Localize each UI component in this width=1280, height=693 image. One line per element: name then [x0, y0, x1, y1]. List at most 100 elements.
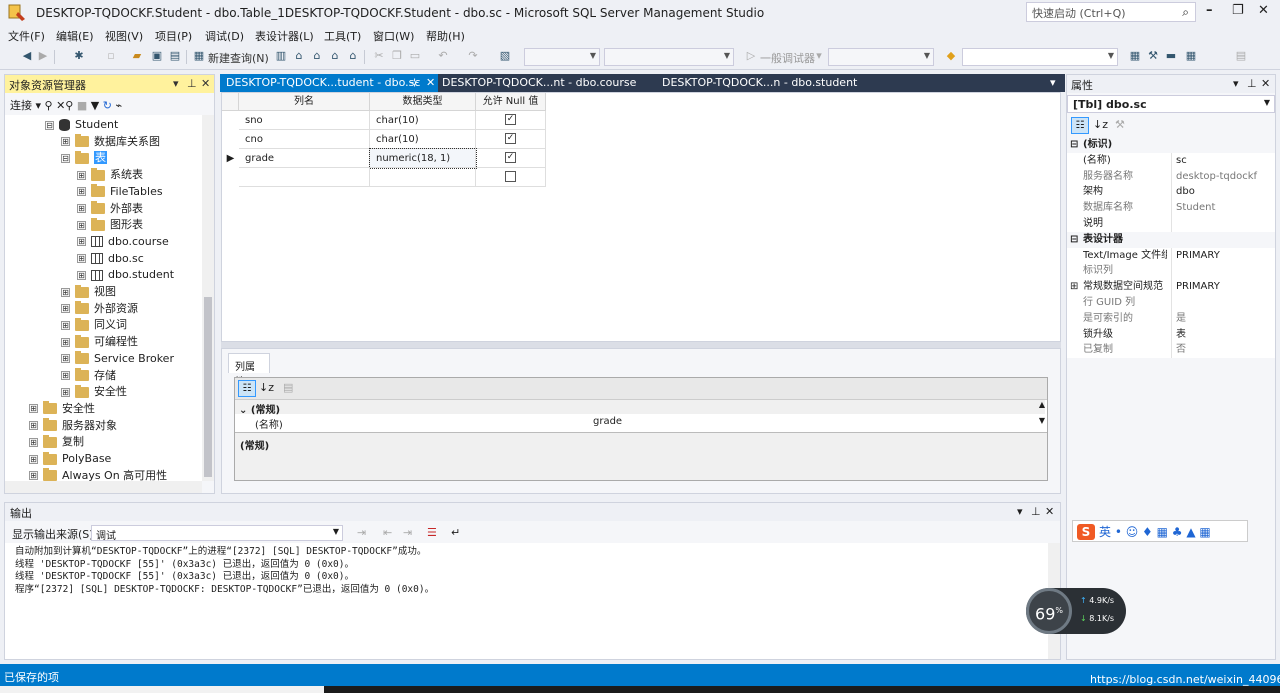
next-message-icon[interactable]: ⇥: [403, 526, 412, 539]
properties-object-select[interactable]: [Tbl] dbo.sc ▼: [1067, 95, 1275, 113]
expand-icon[interactable]: ⊞: [77, 187, 86, 197]
column-name-cell[interactable]: sno: [239, 111, 370, 130]
data-type-cell[interactable]: char(10): [370, 130, 476, 149]
expand-icon[interactable]: ⊞: [77, 220, 86, 230]
expand-icon[interactable]: ⊞: [77, 170, 86, 180]
tree-node[interactable]: ⊞ 安全性: [29, 401, 95, 417]
chevron-down-icon[interactable]: ▾: [812, 49, 826, 63]
menu-file[interactable]: 文件(F): [8, 28, 45, 44]
filter-icon[interactable]: ▼: [91, 99, 103, 112]
output-source-select[interactable]: 调试 ▼: [91, 525, 343, 542]
tree-node[interactable]: ⊞ 视图: [61, 284, 116, 300]
property-row[interactable]: 架构 dbo: [1067, 184, 1275, 201]
tab-overflow-icon[interactable]: ▾: [1046, 74, 1064, 92]
expand-icon[interactable]: ⊞: [77, 204, 86, 213]
tree-node[interactable]: ⊞ Service Broker: [61, 351, 174, 367]
tree-node[interactable]: ⊞ 系统表: [77, 167, 143, 183]
property-category[interactable]: ⊟ (标识): [1067, 137, 1275, 153]
expand-icon[interactable]: ⊞: [61, 320, 70, 330]
expand-icon[interactable]: ⊞: [61, 137, 70, 147]
tree-node[interactable]: ⊞ PolyBase: [29, 451, 111, 467]
unchecked-checkbox[interactable]: [505, 171, 516, 182]
forward-icon[interactable]: ▶: [36, 49, 50, 63]
maximize-button[interactable]: ❐: [1232, 3, 1244, 18]
clear-all-icon[interactable]: ☰: [427, 526, 437, 539]
scroll-up-icon[interactable]: ▲: [1039, 400, 1045, 409]
tree-node[interactable]: ⊞ 存储: [61, 368, 116, 384]
save-icon[interactable]: ▣: [150, 49, 164, 63]
expand-icon[interactable]: ⊞: [61, 387, 70, 397]
column-name-cell[interactable]: grade: [239, 149, 370, 168]
checked-checkbox[interactable]: ✓: [505, 114, 516, 125]
close-icon[interactable]: ✕: [426, 76, 435, 89]
add-item-icon[interactable]: ▫: [104, 49, 118, 63]
comment-icon[interactable]: ▤: [1234, 49, 1248, 63]
property-row[interactable]: ⊞ 常规数据空间规范 PRIMARY: [1067, 279, 1275, 296]
stop-icon[interactable]: ■: [77, 99, 91, 112]
platform-select[interactable]: ▼: [604, 48, 734, 66]
tree-node[interactable]: ⊟ 表: [61, 150, 107, 166]
ime-tool-icons[interactable]: • ☺ ♦ ▦ ♣ ▲ ▦: [1115, 525, 1211, 539]
solution-config-select[interactable]: ▼: [524, 48, 600, 66]
expand-icon[interactable]: ⊞: [61, 304, 70, 314]
expand-icon[interactable]: ⊞: [77, 237, 86, 247]
connect-icon[interactable]: ⚲: [45, 99, 57, 112]
tab-dbo-student[interactable]: DESKTOP-TQDOCK...n - dbo.student: [656, 74, 876, 92]
row-selector[interactable]: [222, 111, 239, 130]
ime-toolbar[interactable]: S英 • ☺ ♦ ▦ ♣ ▲ ▦: [1072, 520, 1248, 542]
tree-node[interactable]: ⊞ 服务器对象: [29, 418, 117, 434]
checked-checkbox[interactable]: ✓: [505, 133, 516, 144]
quick-launch-input[interactable]: 快速启动 (Ctrl+Q) ⌕: [1026, 2, 1196, 22]
property-row[interactable]: 服务器名称 desktop-tqdockf: [1067, 168, 1275, 185]
menu-help[interactable]: 帮助(H): [426, 28, 465, 44]
property-row[interactable]: 数据库名称 Student: [1067, 200, 1275, 217]
window-position-icon[interactable]: ▾: [1233, 77, 1239, 90]
wrench-icon[interactable]: ⚒: [1146, 49, 1160, 63]
activity-monitor-icon[interactable]: ▧: [498, 49, 512, 63]
column-name-cell[interactable]: cno: [239, 130, 370, 149]
column-name-cell[interactable]: [239, 168, 370, 187]
data-type-cell[interactable]: [370, 168, 476, 187]
word-wrap-icon[interactable]: ↵: [451, 526, 460, 539]
tab-dbo-sc[interactable]: DESKTOP-TQDOCK...tudent - dbo.sc ⊹ ✕: [220, 74, 438, 92]
cut-icon[interactable]: ✂: [372, 49, 386, 63]
column-properties-tab[interactable]: 列属性: [228, 353, 270, 388]
activity-icon[interactable]: ⌁: [115, 99, 122, 112]
expand-icon[interactable]: ⊞: [29, 404, 38, 414]
expand-icon[interactable]: ⊞: [29, 437, 38, 447]
tree-node[interactable]: ⊞ dbo.course: [77, 234, 169, 250]
expand-icon[interactable]: ⊞: [29, 471, 38, 481]
connect-button[interactable]: 连接: [10, 99, 32, 112]
start-debug-icon[interactable]: ▷: [744, 49, 758, 63]
property-row[interactable]: 已复制 否: [1067, 342, 1275, 359]
menu-tools[interactable]: 工具(T): [324, 28, 361, 44]
categorized-icon[interactable]: ☷: [1071, 117, 1089, 134]
menu-table-designer[interactable]: 表设计器(L): [255, 28, 314, 44]
row-selector[interactable]: [222, 168, 239, 187]
pin-icon[interactable]: ⊥: [187, 77, 197, 90]
expand-icon[interactable]: ⊞: [77, 270, 86, 280]
property-row[interactable]: 锁升级 表: [1067, 326, 1275, 343]
pin-icon[interactable]: ⊥: [1031, 505, 1041, 518]
property-category[interactable]: ⊟ 表设计器: [1067, 231, 1275, 248]
property-row-name[interactable]: (名称) grade: [235, 415, 1045, 430]
network-monitor-widget[interactable]: 69% ↑ 4.9K/s ↓ 8.1K/s: [1026, 588, 1126, 634]
tree-node[interactable]: ⊞ Always On 高可用性: [29, 468, 167, 481]
refresh-icon[interactable]: ↻: [103, 99, 116, 112]
go-to-line-icon[interactable]: ⇥: [357, 526, 366, 539]
sort-alpha-icon[interactable]: ↓z: [259, 381, 274, 394]
current-row-indicator-icon[interactable]: ▶: [222, 149, 239, 168]
collapse-icon[interactable]: ⊟: [1070, 137, 1078, 153]
tab-dbo-course[interactable]: DESKTOP-TQDOCK...nt - dbo.course: [436, 74, 652, 92]
collapse-icon[interactable]: ⊟: [61, 153, 70, 163]
properties-window-icon[interactable]: ▦: [1128, 49, 1142, 63]
expand-icon[interactable]: ⊞: [77, 254, 86, 264]
debugger-button[interactable]: 一般调试器: [760, 50, 815, 66]
row-selector[interactable]: [222, 130, 239, 149]
collapse-icon[interactable]: ⊟: [1070, 232, 1078, 248]
new-project-icon[interactable]: ✱: [72, 49, 86, 63]
data-type-cell[interactable]: char(10): [370, 111, 476, 130]
expand-icon[interactable]: ⊞: [61, 287, 70, 297]
tree-node[interactable]: ⊞ 数据库关系图: [61, 134, 160, 150]
save-all-icon[interactable]: ▤: [168, 49, 182, 63]
